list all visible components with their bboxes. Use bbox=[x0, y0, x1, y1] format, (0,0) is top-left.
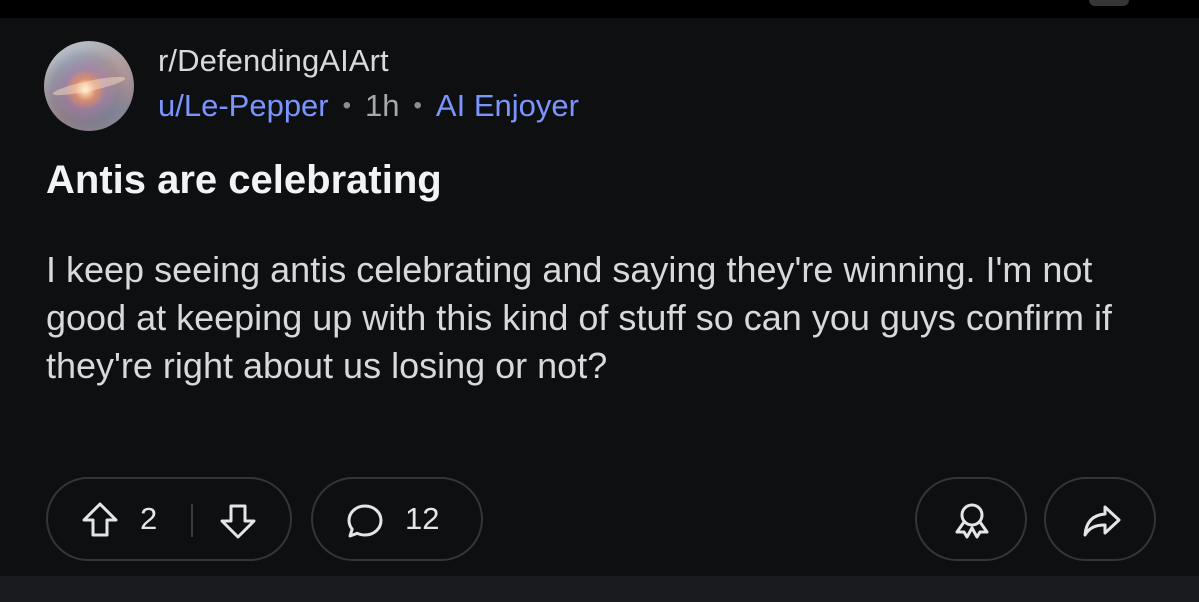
share-arrow-icon bbox=[1083, 505, 1121, 537]
subreddit-name[interactable]: r/DefendingAIArt bbox=[158, 43, 389, 79]
top-bar bbox=[0, 0, 1199, 18]
share-button[interactable] bbox=[1044, 477, 1156, 561]
author-link[interactable]: u/Le-Pepper bbox=[158, 88, 329, 123]
vote-divider bbox=[191, 504, 193, 537]
comment-count: 12 bbox=[405, 501, 440, 536]
post-title[interactable]: Antis are celebrating bbox=[46, 158, 442, 203]
top-handle bbox=[1089, 0, 1129, 6]
vote-count: 2 bbox=[140, 501, 158, 536]
subreddit-avatar[interactable] bbox=[44, 41, 134, 131]
award-button[interactable] bbox=[915, 477, 1027, 561]
upvote-arrow-icon[interactable] bbox=[80, 500, 120, 540]
post-body: I keep seeing antis celebrating and sayi… bbox=[46, 249, 1112, 386]
post-meta: u/Le-Pepper • 1h • AI Enjoyer bbox=[158, 88, 579, 124]
comments-button[interactable]: 12 bbox=[311, 477, 483, 561]
separator-dot: • bbox=[342, 92, 352, 119]
user-flair[interactable]: AI Enjoyer bbox=[436, 88, 579, 123]
award-ribbon-icon bbox=[955, 503, 989, 539]
speech-bubble-icon bbox=[347, 504, 383, 538]
bottom-bar bbox=[0, 576, 1199, 602]
post-time: 1h bbox=[365, 88, 400, 123]
vote-control: 2 bbox=[46, 477, 292, 561]
separator-dot: • bbox=[413, 92, 422, 119]
post-screen: r/DefendingAIArt u/Le-Pepper • 1h • AI Enjoy… bbox=[0, 0, 1199, 602]
downvote-arrow-icon[interactable] bbox=[218, 501, 258, 541]
